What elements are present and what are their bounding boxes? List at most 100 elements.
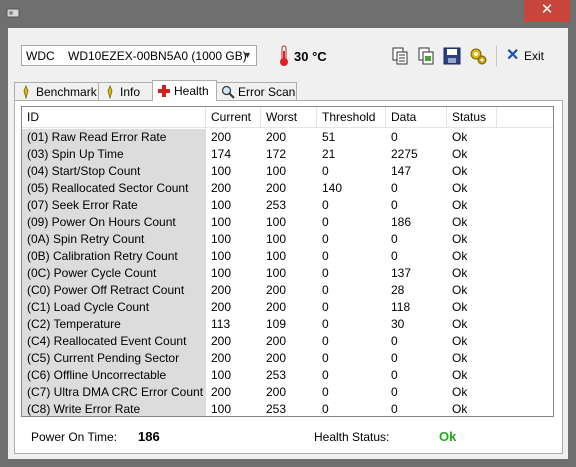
table-row[interactable]: (C8) Write Error Rate 100 253 0 0 Ok [22, 401, 553, 416]
drive-select[interactable]: WDC WD10EZEX-00BN5A0 (1000 GB) ▼ [21, 45, 257, 66]
cell-current: 200 [211, 181, 232, 195]
cell-data: 2275 [391, 147, 418, 161]
health-status-value: Ok [439, 429, 457, 444]
smart-attributes-table[interactable]: ID Current Worst Threshold Data Status (… [21, 106, 554, 417]
cell-status: Ok [452, 130, 468, 144]
cell-worst: 200 [266, 351, 287, 365]
cell-id: (0A) Spin Retry Count [22, 231, 206, 248]
cell-worst: 172 [266, 147, 287, 161]
cell-current: 200 [211, 300, 232, 314]
col-header-threshold[interactable]: Threshold [317, 107, 386, 127]
cell-status: Ok [452, 385, 468, 399]
table-row[interactable]: (05) Reallocated Sector Count 200 200 140 0 O… [22, 180, 553, 197]
table-row[interactable]: (09) Power On Hours Count 100 100 0 186 Ok [22, 214, 553, 231]
table-row[interactable]: (04) Start/Stop Count 100 100 0 147 Ok [22, 163, 553, 180]
cell-current: 200 [211, 130, 232, 144]
cell-data: 0 [391, 334, 398, 348]
table-row[interactable]: (C5) Current Pending Sector 200 200 0 0 Ok [22, 350, 553, 367]
cell-data: 137 [391, 266, 412, 280]
cell-current: 174 [211, 147, 232, 161]
cell-worst: 253 [266, 198, 287, 212]
cell-id: (C6) Offline Uncorrectable [22, 367, 206, 384]
cell-threshold: 0 [322, 283, 329, 297]
cell-id: (03) Spin Up Time [22, 146, 206, 163]
table-row[interactable]: (C2) Temperature 113 109 0 30 Ok [22, 316, 553, 333]
table-row[interactable]: (C1) Load Cycle Count 200 200 0 118 Ok [22, 299, 553, 316]
col-header-status[interactable]: Status [447, 107, 497, 127]
client-area: WDC WD10EZEX-00BN5A0 (1000 GB) ▼ 30 °C ✕… [8, 28, 568, 459]
cell-threshold: 0 [322, 351, 329, 365]
cell-id: (05) Reallocated Sector Count [22, 180, 206, 197]
cell-data: 30 [391, 317, 405, 331]
magnifier-icon [221, 85, 235, 99]
save-icon[interactable] [441, 45, 463, 67]
copy-icon[interactable] [389, 45, 411, 67]
table-row[interactable]: (0C) Power Cycle Count 100 100 0 137 Ok [22, 265, 553, 282]
cell-threshold: 0 [322, 368, 329, 382]
cell-worst: 200 [266, 181, 287, 195]
table-row[interactable]: (07) Seek Error Rate 100 253 0 0 Ok [22, 197, 553, 214]
table-row[interactable]: (C6) Offline Uncorrectable 100 253 0 0 Ok [22, 367, 553, 384]
cell-threshold: 51 [322, 130, 336, 144]
cell-id: (C7) Ultra DMA CRC Error Count [22, 384, 206, 401]
cell-threshold: 0 [322, 198, 329, 212]
cell-id: (C0) Power Off Retract Count [22, 282, 206, 299]
cell-worst: 100 [266, 164, 287, 178]
cell-threshold: 0 [322, 164, 329, 178]
close-button[interactable]: ✕ [524, 0, 570, 22]
tab-health[interactable]: Health [152, 80, 217, 101]
cell-status: Ok [452, 164, 468, 178]
table-row[interactable]: (C4) Reallocated Event Count 200 200 0 0 Ok [22, 333, 553, 350]
cell-data: 0 [391, 402, 398, 416]
cell-status: Ok [452, 283, 468, 297]
cell-current: 100 [211, 215, 232, 229]
col-header-id[interactable]: ID [22, 107, 206, 127]
cell-status: Ok [452, 351, 468, 365]
cell-current: 100 [211, 232, 232, 246]
cell-data: 0 [391, 385, 398, 399]
cell-current: 200 [211, 334, 232, 348]
cell-id: (09) Power On Hours Count [22, 214, 206, 231]
table-row[interactable]: (0A) Spin Retry Count 100 100 0 0 Ok [22, 231, 553, 248]
cell-data: 0 [391, 130, 398, 144]
cell-status: Ok [452, 147, 468, 161]
cell-status: Ok [452, 300, 468, 314]
col-header-data[interactable]: Data [386, 107, 447, 127]
options-icon[interactable] [467, 45, 489, 67]
drive-select-value: WDC WD10EZEX-00BN5A0 (1000 GB) [26, 49, 247, 63]
status-bar: Power On Time: 186 Health Status: Ok [21, 423, 554, 450]
cell-current: 100 [211, 402, 232, 416]
title-bar[interactable]: ✕ [0, 0, 576, 28]
cell-status: Ok [452, 266, 468, 280]
table-row[interactable]: (C0) Power Off Retract Count 200 200 0 28 Ok [22, 282, 553, 299]
cell-worst: 100 [266, 232, 287, 246]
exit-button[interactable]: ✕ Exit [504, 45, 556, 67]
cell-data: 0 [391, 249, 398, 263]
col-header-current[interactable]: Current [206, 107, 261, 127]
cell-threshold: 0 [322, 317, 329, 331]
table-row[interactable]: (03) Spin Up Time 174 172 21 2275 Ok [22, 146, 553, 163]
power-on-time-label: Power On Time: [31, 430, 118, 444]
cell-threshold: 0 [322, 402, 329, 416]
cell-threshold: 21 [322, 147, 336, 161]
copy-screenshot-icon[interactable] [415, 45, 437, 67]
table-row[interactable]: (01) Raw Read Error Rate 200 200 51 0 Ok [22, 129, 553, 146]
cell-worst: 200 [266, 334, 287, 348]
cell-status: Ok [452, 317, 468, 331]
table-row[interactable]: (C7) Ultra DMA CRC Error Count 200 200 0 0 Ok [22, 384, 553, 401]
cell-data: 0 [391, 232, 398, 246]
cell-worst: 109 [266, 317, 287, 331]
benchmark-icon [23, 85, 29, 99]
cell-data: 0 [391, 351, 398, 365]
tab-info[interactable]: Info [98, 82, 153, 100]
cell-status: Ok [452, 368, 468, 382]
cell-threshold: 0 [322, 334, 329, 348]
tab-error-scan[interactable]: Error Scan [216, 82, 297, 100]
cell-threshold: 0 [322, 249, 329, 263]
power-on-time-value: 186 [138, 429, 160, 444]
col-header-worst[interactable]: Worst [261, 107, 317, 127]
table-row[interactable]: (0B) Calibration Retry Count 100 100 0 0 Ok [22, 248, 553, 265]
tab-benchmark[interactable]: Benchmark [14, 82, 99, 100]
chevron-down-icon[interactable]: ▼ [239, 46, 256, 65]
cell-id: (C2) Temperature [22, 316, 206, 333]
